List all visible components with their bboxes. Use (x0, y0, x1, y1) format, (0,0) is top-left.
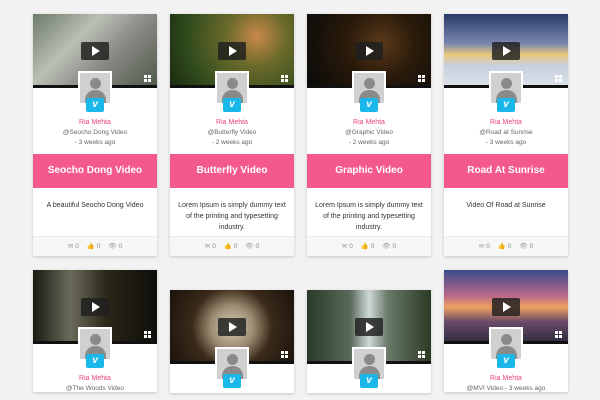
video-handle: @Butterfly Video (207, 129, 257, 136)
comment-count[interactable]: ✉ 0 (205, 237, 216, 256)
vimeo-icon: v (497, 98, 515, 112)
play-icon[interactable] (492, 42, 520, 60)
comment-count[interactable]: ✉ 0 (342, 237, 353, 256)
video-handle: @Road at Sunrise (479, 129, 533, 136)
comment-icon: ✉ (341, 243, 348, 250)
video-card[interactable]: v (307, 290, 431, 393)
avatar: v (489, 327, 523, 373)
author-name[interactable]: Ria Mehta (170, 119, 294, 126)
like-count[interactable]: 👍 0 (361, 237, 375, 256)
eye-icon: 👁 (382, 243, 391, 250)
eye-icon: 👁 (245, 243, 254, 250)
vimeo-icon: v (360, 98, 378, 112)
fullscreen-icon[interactable] (281, 75, 288, 82)
video-description: Lorem Ipsum is simply dummy text of the … (315, 202, 423, 231)
vimeo-icon: v (223, 98, 241, 112)
author-name[interactable]: Ria Mehta (307, 119, 431, 126)
fullscreen-icon[interactable] (418, 75, 425, 82)
video-handle-time: @MVI Video - 3 weeks ago (466, 385, 546, 392)
avatar: v (78, 71, 112, 117)
video-card[interactable]: v (170, 290, 294, 393)
posted-time: - 2 weeks ago (211, 139, 253, 146)
avatar: v (352, 71, 386, 117)
fullscreen-icon[interactable] (144, 331, 151, 338)
video-card[interactable]: v Ria Mehta @MVI Video - 3 weeks ago (444, 270, 568, 392)
play-icon[interactable] (492, 298, 520, 316)
video-card[interactable]: v Ria Mehta @Butterfly Video - 2 weeks a… (170, 14, 294, 256)
play-icon[interactable] (218, 318, 246, 336)
avatar: v (215, 71, 249, 117)
eye-icon: 👁 (519, 243, 528, 250)
play-icon[interactable] (81, 42, 109, 60)
fullscreen-icon[interactable] (555, 331, 562, 338)
play-icon[interactable] (355, 42, 383, 60)
video-description: A beautiful Seocho Dong Video (46, 202, 144, 209)
fullscreen-icon[interactable] (144, 75, 151, 82)
video-card[interactable]: v Ria Mehta @Road at Sunrise - 3 weeks a… (444, 14, 568, 256)
posted-time: - 2 weeks ago (348, 139, 390, 146)
video-card[interactable]: v Ria Mehta @The Woods Video (33, 270, 157, 392)
like-count[interactable]: 👍 0 (87, 237, 101, 256)
author-name[interactable]: Ria Mehta (444, 375, 568, 382)
stats-bar: ✉ 0 👍 0 👁 0 (444, 236, 568, 256)
comment-icon: ✉ (204, 243, 211, 250)
avatar: v (78, 327, 112, 373)
vimeo-icon: v (223, 374, 241, 388)
video-title[interactable]: Graphic Video (307, 154, 431, 188)
vimeo-icon: v (497, 354, 515, 368)
video-handle: @Seocho Dong Video (62, 129, 128, 136)
video-title[interactable]: Road At Sunrise (444, 154, 568, 188)
stats-bar: ✉ 0 👍 0 👁 0 (33, 236, 157, 256)
video-title[interactable]: Butterfly Video (170, 154, 294, 188)
fullscreen-icon[interactable] (281, 351, 288, 358)
video-description: Video Of Road at Sunrise (466, 202, 546, 209)
comment-icon: ✉ (67, 243, 74, 250)
thumbs-up-icon: 👍 (360, 243, 369, 250)
view-count: 👁 0 (382, 243, 397, 250)
comment-count[interactable]: ✉ 0 (68, 237, 79, 256)
play-icon[interactable] (355, 318, 383, 336)
posted-time: - 3 weeks ago (74, 139, 116, 146)
vimeo-icon: v (360, 374, 378, 388)
video-description: Lorem Ipsum is simply dummy text of the … (178, 202, 286, 231)
fullscreen-icon[interactable] (555, 75, 562, 82)
video-handle: @Graphic Video (345, 129, 393, 136)
video-title[interactable]: Seocho Dong Video (33, 154, 157, 188)
avatar: v (489, 71, 523, 117)
like-count[interactable]: 👍 0 (498, 237, 512, 256)
eye-icon: 👁 (108, 243, 117, 250)
stats-bar: ✉ 0 👍 0 👁 0 (307, 236, 431, 256)
vimeo-icon: v (86, 354, 104, 368)
author-name[interactable]: Ria Mehta (33, 375, 157, 382)
author-name[interactable]: Ria Mehta (444, 119, 568, 126)
avatar: v (352, 347, 386, 393)
comment-count[interactable]: ✉ 0 (479, 237, 490, 256)
vimeo-icon: v (86, 98, 104, 112)
thumbs-up-icon: 👍 (223, 243, 232, 250)
play-icon[interactable] (218, 42, 246, 60)
view-count: 👁 0 (108, 243, 123, 250)
view-count: 👁 0 (245, 243, 260, 250)
stats-bar: ✉ 0 👍 0 👁 0 (170, 236, 294, 256)
author-name[interactable]: Ria Mehta (33, 119, 157, 126)
video-handle: @The Woods Video (65, 385, 125, 392)
play-icon[interactable] (81, 298, 109, 316)
posted-time: - 3 weeks ago (485, 139, 527, 146)
video-card[interactable]: v Ria Mehta @Seocho Dong Video - 3 weeks… (33, 14, 157, 256)
view-count: 👁 0 (519, 243, 534, 250)
comment-icon: ✉ (478, 243, 485, 250)
avatar: v (215, 347, 249, 393)
thumbs-up-icon: 👍 (497, 243, 506, 250)
fullscreen-icon[interactable] (418, 351, 425, 358)
video-card[interactable]: v Ria Mehta @Graphic Video - 2 weeks ago… (307, 14, 431, 256)
thumbs-up-icon: 👍 (86, 243, 95, 250)
like-count[interactable]: 👍 0 (224, 237, 238, 256)
